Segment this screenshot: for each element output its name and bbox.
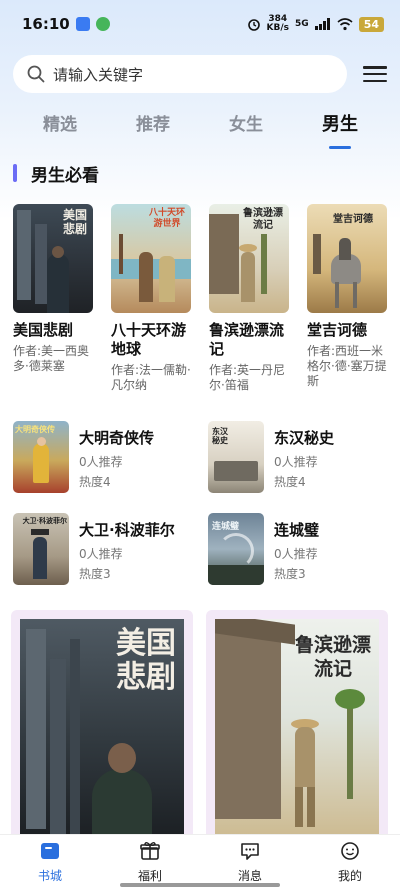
net-speed-unit: KB/s	[266, 23, 290, 33]
tab-recommended[interactable]: 推荐	[123, 110, 183, 135]
book-card[interactable]: 堂吉诃德 堂吉诃德 作者:西班一米格尔·德·塞万提斯	[307, 204, 389, 389]
banner-title: 美国悲剧	[116, 626, 176, 695]
book-thumbnail: 大卫·科波菲尔	[13, 513, 69, 585]
thumb-title: 大卫·科波菲尔	[22, 516, 67, 525]
search-input[interactable]: 请输入关键字	[13, 55, 347, 93]
nav-welfare[interactable]: 福利	[120, 841, 180, 884]
book-card[interactable]: 美国悲剧 美国悲剧 作者:美一西奥多·德莱塞	[13, 204, 95, 374]
menu-button[interactable]	[363, 64, 387, 84]
nav-label: 福利	[137, 869, 162, 883]
cover-title: 八十天环游世界	[148, 208, 185, 229]
book-title: 大明奇侠传	[79, 429, 155, 447]
book-title: 大卫·科波菲尔	[79, 521, 175, 539]
banner-card[interactable]: 鲁滨逊漂流记	[206, 610, 388, 836]
list-item[interactable]: 连城璧 连城璧 0人推荐 热度3	[208, 513, 398, 585]
profile-icon	[341, 842, 359, 860]
book-title: 堂吉诃德	[307, 321, 368, 339]
gift-icon	[140, 842, 160, 860]
bottom-navigation: 书城 福利 消息 我的	[0, 834, 400, 889]
book-cover: 鲁滨逊漂流记	[209, 204, 289, 313]
heat-value: 热度4	[79, 475, 111, 489]
thumb-title: 大明奇侠传	[15, 424, 55, 434]
book-cover: 堂吉诃德	[307, 204, 387, 313]
battery-indicator: 54	[358, 16, 384, 32]
tab-featured[interactable]: 精选	[30, 110, 90, 135]
menu-icon	[363, 66, 387, 69]
heat-value: 热度3	[79, 567, 111, 581]
status-time: 16:10	[22, 15, 70, 33]
nav-profile[interactable]: 我的	[320, 841, 380, 884]
book-title: 美国悲剧	[13, 321, 74, 339]
nav-bookstore[interactable]: 书城	[20, 841, 80, 884]
section-header: 男生必看	[13, 160, 99, 186]
book-author: 作者:西班一米格尔·德·塞万提斯	[307, 344, 387, 388]
cover-title: 鲁滨逊漂流记	[243, 208, 283, 231]
alarm-icon	[247, 19, 260, 31]
book-card[interactable]: 八十天环游世界 八十天环游地球 作者:法一儒勒·凡尔纳	[111, 204, 193, 393]
banner-image: 鲁滨逊漂流记	[215, 619, 379, 836]
book-title: 东汉秘史	[274, 429, 335, 447]
thumb-title: 连城璧	[212, 522, 240, 532]
cover-title: 堂吉诃德	[333, 214, 373, 225]
heat-value: 热度4	[274, 475, 306, 489]
message-icon	[241, 843, 259, 860]
book-author: 作者:法一儒勒·凡尔纳	[111, 363, 191, 392]
book-author: 作者:美一西奥多·德莱塞	[13, 344, 90, 373]
wifi-icon	[337, 17, 353, 30]
tab-male[interactable]: 男生	[310, 110, 370, 136]
signal-icon	[314, 18, 331, 30]
list-item[interactable]: 东汉秘史 东汉秘史 0人推荐 热度4	[208, 421, 398, 493]
search-icon	[27, 65, 45, 83]
section-accent-bar	[13, 164, 17, 182]
heat-value: 热度3	[274, 567, 306, 581]
recommend-count: 0人推荐	[79, 547, 123, 561]
active-tab-indicator	[329, 146, 351, 149]
book-thumbnail: 大明奇侠传	[13, 421, 69, 493]
banner-cards: 美国悲剧 鲁滨逊漂流记	[11, 610, 391, 836]
banner-title: 鲁滨逊漂流记	[294, 634, 371, 680]
network-type: 5G	[295, 19, 309, 29]
nav-label: 我的	[337, 869, 362, 883]
category-tabs: 精选 推荐 女生 男生	[0, 110, 400, 150]
banner-image: 美国悲剧	[20, 619, 184, 836]
recommend-count: 0人推荐	[274, 547, 318, 561]
status-right: 384 KB/s 5G 54	[247, 15, 384, 33]
status-bar: 16:10 384 KB/s 5G 54	[0, 0, 400, 48]
book-icon	[41, 843, 59, 859]
nav-label: 消息	[237, 869, 262, 883]
nav-messages[interactable]: 消息	[220, 841, 280, 884]
app-notification-icon	[75, 17, 90, 31]
tab-female[interactable]: 女生	[216, 110, 276, 135]
list-item[interactable]: 大卫·科波菲尔 大卫·科波菲尔 0人推荐 热度3	[13, 513, 203, 585]
book-cover: 八十天环游世界	[111, 204, 191, 313]
book-title: 鲁滨逊漂流记	[209, 321, 285, 358]
cover-title: 美国悲剧	[63, 208, 88, 236]
list-item[interactable]: 大明奇侠传 大明奇侠传 0人推荐 热度4	[13, 421, 203, 493]
net-speed: 384 KB/s	[267, 15, 289, 33]
banner-card[interactable]: 美国悲剧	[11, 610, 193, 836]
recommend-count: 0人推荐	[274, 455, 318, 469]
book-thumbnail: 连城璧	[208, 513, 264, 585]
app-notification-icon-2	[95, 17, 110, 31]
thumb-title: 东汉秘史	[212, 426, 228, 445]
book-thumbnail: 东汉秘史	[208, 421, 264, 493]
section-title: 男生必看	[31, 165, 99, 186]
search-row: 请输入关键字	[13, 54, 387, 94]
book-title: 连城璧	[274, 521, 320, 539]
recommend-count: 0人推荐	[79, 455, 123, 469]
home-indicator[interactable]	[120, 883, 280, 887]
book-card[interactable]: 鲁滨逊漂流记 鲁滨逊漂流记 作者:英一丹尼尔·笛福	[209, 204, 291, 393]
nav-label: 书城	[37, 869, 62, 883]
book-title: 八十天环游地球	[111, 321, 187, 358]
search-placeholder: 请输入关键字	[53, 65, 144, 84]
book-author: 作者:英一丹尼尔·笛福	[209, 363, 286, 392]
book-cover: 美国悲剧	[13, 204, 93, 313]
